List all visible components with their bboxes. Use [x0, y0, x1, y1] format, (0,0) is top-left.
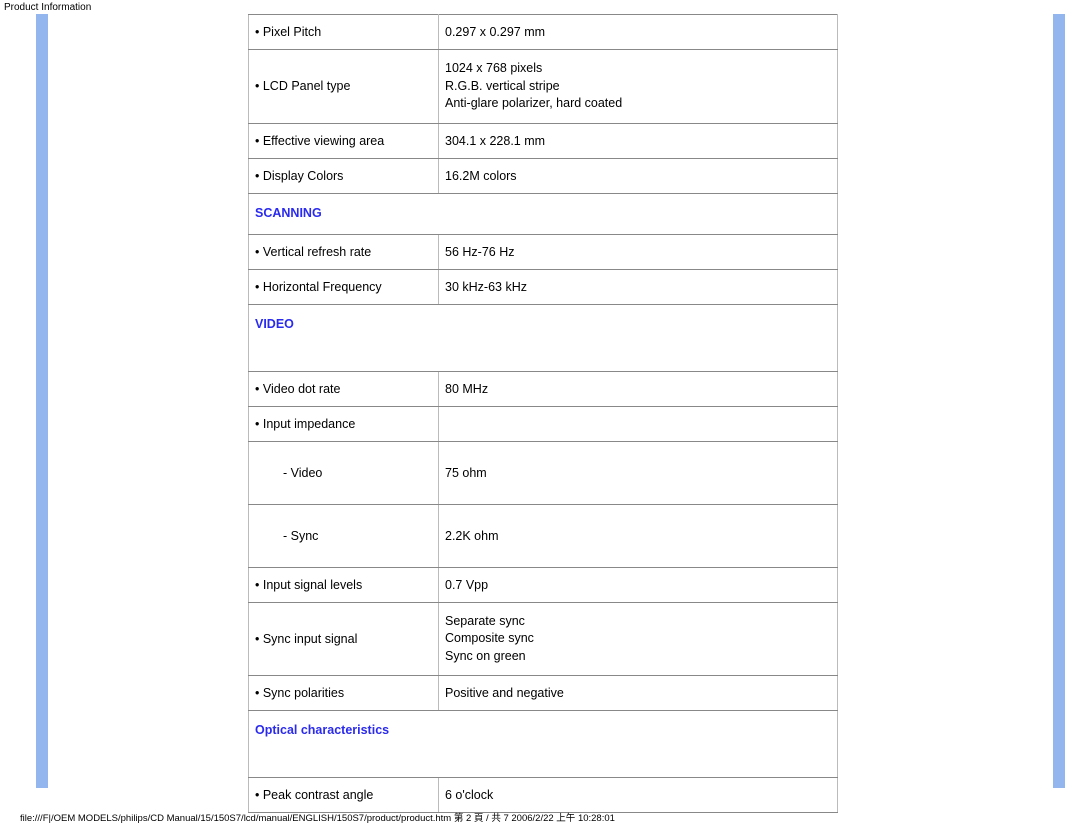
value-eff-area: 304.1 x 228.1 mm [439, 123, 838, 158]
value-pixel-pitch: 0.297 x 0.297 mm [439, 15, 838, 50]
heading-optical: Optical characteristics [249, 711, 838, 778]
value-syncin: Separate sync Composite sync Sync on gre… [439, 602, 838, 676]
label-inimp-sync: - Sync [249, 504, 439, 567]
row-syncin: • Sync input signal Separate sync Compos… [249, 602, 838, 676]
value-dotrate: 80 MHz [439, 371, 838, 406]
value-inimp-video: 75 ohm [439, 441, 838, 504]
page-border-right [1053, 14, 1065, 788]
page-border-left [36, 14, 48, 788]
row-inimp-video: - Video 75 ohm [249, 441, 838, 504]
row-lcd-type: • LCD Panel type 1024 x 768 pixels R.G.B… [249, 50, 838, 124]
row-pixel-pitch: • Pixel Pitch 0.297 x 0.297 mm [249, 15, 838, 50]
heading-video: VIDEO [249, 304, 838, 371]
value-inimp [439, 406, 838, 441]
label-inimp-video: - Video [249, 441, 439, 504]
label-lcd-type: • LCD Panel type [249, 50, 439, 124]
value-siglvl: 0.7 Vpp [439, 567, 838, 602]
label-inimp: • Input impedance [249, 406, 439, 441]
row-siglvl: • Input signal levels 0.7 Vpp [249, 567, 838, 602]
label-siglvl: • Input signal levels [249, 567, 439, 602]
row-optical-head: Optical characteristics [249, 711, 838, 778]
value-peak: 6 o'clock [439, 778, 838, 813]
heading-scanning: SCANNING [249, 193, 838, 234]
label-vref: • Vertical refresh rate [249, 234, 439, 269]
row-peak: • Peak contrast angle 6 o'clock [249, 778, 838, 813]
value-inimp-sync: 2.2K ohm [439, 504, 838, 567]
label-colors: • Display Colors [249, 158, 439, 193]
row-scanning-head: SCANNING [249, 193, 838, 234]
value-colors: 16.2M colors [439, 158, 838, 193]
row-eff-area: • Effective viewing area 304.1 x 228.1 m… [249, 123, 838, 158]
label-eff-area: • Effective viewing area [249, 123, 439, 158]
page-title: Product Information [0, 0, 1080, 15]
label-hfreq: • Horizontal Frequency [249, 269, 439, 304]
label-syncin: • Sync input signal [249, 602, 439, 676]
row-dotrate: • Video dot rate 80 MHz [249, 371, 838, 406]
spec-content: • Pixel Pitch 0.297 x 0.297 mm • LCD Pan… [48, 14, 1053, 813]
row-vref: • Vertical refresh rate 56 Hz-76 Hz [249, 234, 838, 269]
value-lcd-type: 1024 x 768 pixels R.G.B. vertical stripe… [439, 50, 838, 124]
row-colors: • Display Colors 16.2M colors [249, 158, 838, 193]
label-pixel-pitch: • Pixel Pitch [249, 15, 439, 50]
row-syncpol: • Sync polarities Positive and negative [249, 676, 838, 711]
spec-table: • Pixel Pitch 0.297 x 0.297 mm • LCD Pan… [248, 14, 838, 813]
value-vref: 56 Hz-76 Hz [439, 234, 838, 269]
label-syncpol: • Sync polarities [249, 676, 439, 711]
value-syncpol: Positive and negative [439, 676, 838, 711]
label-peak: • Peak contrast angle [249, 778, 439, 813]
row-hfreq: • Horizontal Frequency 30 kHz-63 kHz [249, 269, 838, 304]
label-dotrate: • Video dot rate [249, 371, 439, 406]
footer-path: file:///F|/OEM MODELS/philips/CD Manual/… [20, 810, 615, 824]
row-inimp: • Input impedance [249, 406, 838, 441]
row-inimp-sync: - Sync 2.2K ohm [249, 504, 838, 567]
value-hfreq: 30 kHz-63 kHz [439, 269, 838, 304]
row-video-head: VIDEO [249, 304, 838, 371]
